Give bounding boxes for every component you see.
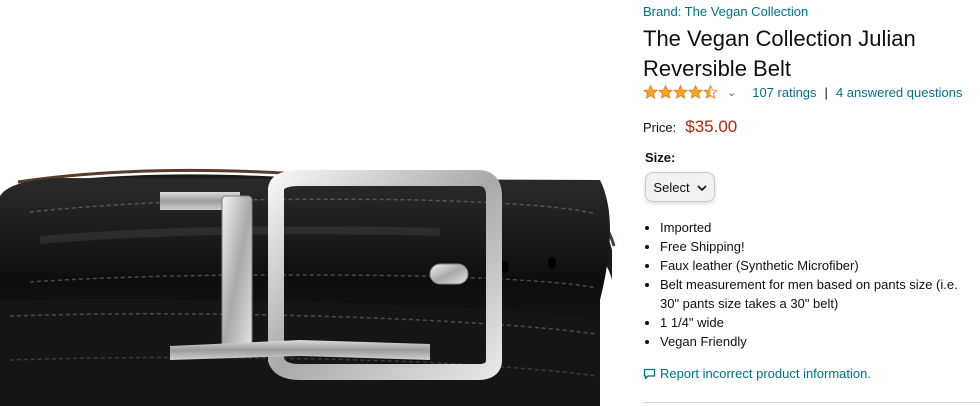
- feature-bullets: Imported Free Shipping! Faux leather (Sy…: [643, 218, 980, 351]
- price-label: Price:: [643, 120, 677, 135]
- size-label: Size:: [645, 150, 676, 165]
- report-link-text: Report incorrect product information.: [660, 366, 871, 381]
- feature-bullet: Vegan Friendly: [660, 332, 980, 351]
- feature-bullet: Belt measurement for men based on pants …: [660, 275, 980, 313]
- star-icon: [673, 85, 688, 99]
- price-value: $35.00: [685, 117, 738, 136]
- belt-photo: [0, 168, 616, 406]
- star-icon: [688, 85, 703, 99]
- feature-bullet: Free Shipping!: [660, 237, 980, 256]
- separator: |: [824, 84, 828, 100]
- report-incorrect-info-link[interactable]: Report incorrect product information.: [643, 366, 871, 381]
- star-icon: [658, 85, 673, 99]
- star-icon: [703, 85, 718, 99]
- brand-link[interactable]: Brand: The Vegan Collection: [643, 4, 808, 19]
- feature-bullet: 1 1/4" wide: [660, 313, 980, 332]
- ratings-count-link[interactable]: 107 ratings: [752, 85, 816, 100]
- chevron-down-icon: [696, 180, 707, 195]
- chevron-down-icon[interactable]: ⌄: [727, 86, 736, 99]
- size-select-value: Select: [653, 179, 690, 195]
- price-row: Price: $35.00: [643, 117, 737, 137]
- star-rating[interactable]: [643, 85, 718, 99]
- speech-bubble-icon: [643, 368, 656, 379]
- answered-questions-link[interactable]: 4 answered questions: [836, 85, 962, 100]
- size-select-dropdown[interactable]: Select: [645, 172, 715, 202]
- feature-bullet: Faux leather (Synthetic Microfiber): [660, 256, 980, 275]
- star-icon: [643, 85, 658, 99]
- divider: [643, 402, 980, 403]
- product-info-panel: Brand: The Vegan Collection The Vegan Co…: [643, 0, 980, 406]
- product-image[interactable]: [0, 0, 636, 406]
- product-title: The Vegan Collection Julian Reversible B…: [643, 26, 916, 81]
- feature-bullet: Imported: [660, 218, 980, 237]
- rating-row: ⌄ 107 ratings | 4 answered questions: [643, 82, 980, 102]
